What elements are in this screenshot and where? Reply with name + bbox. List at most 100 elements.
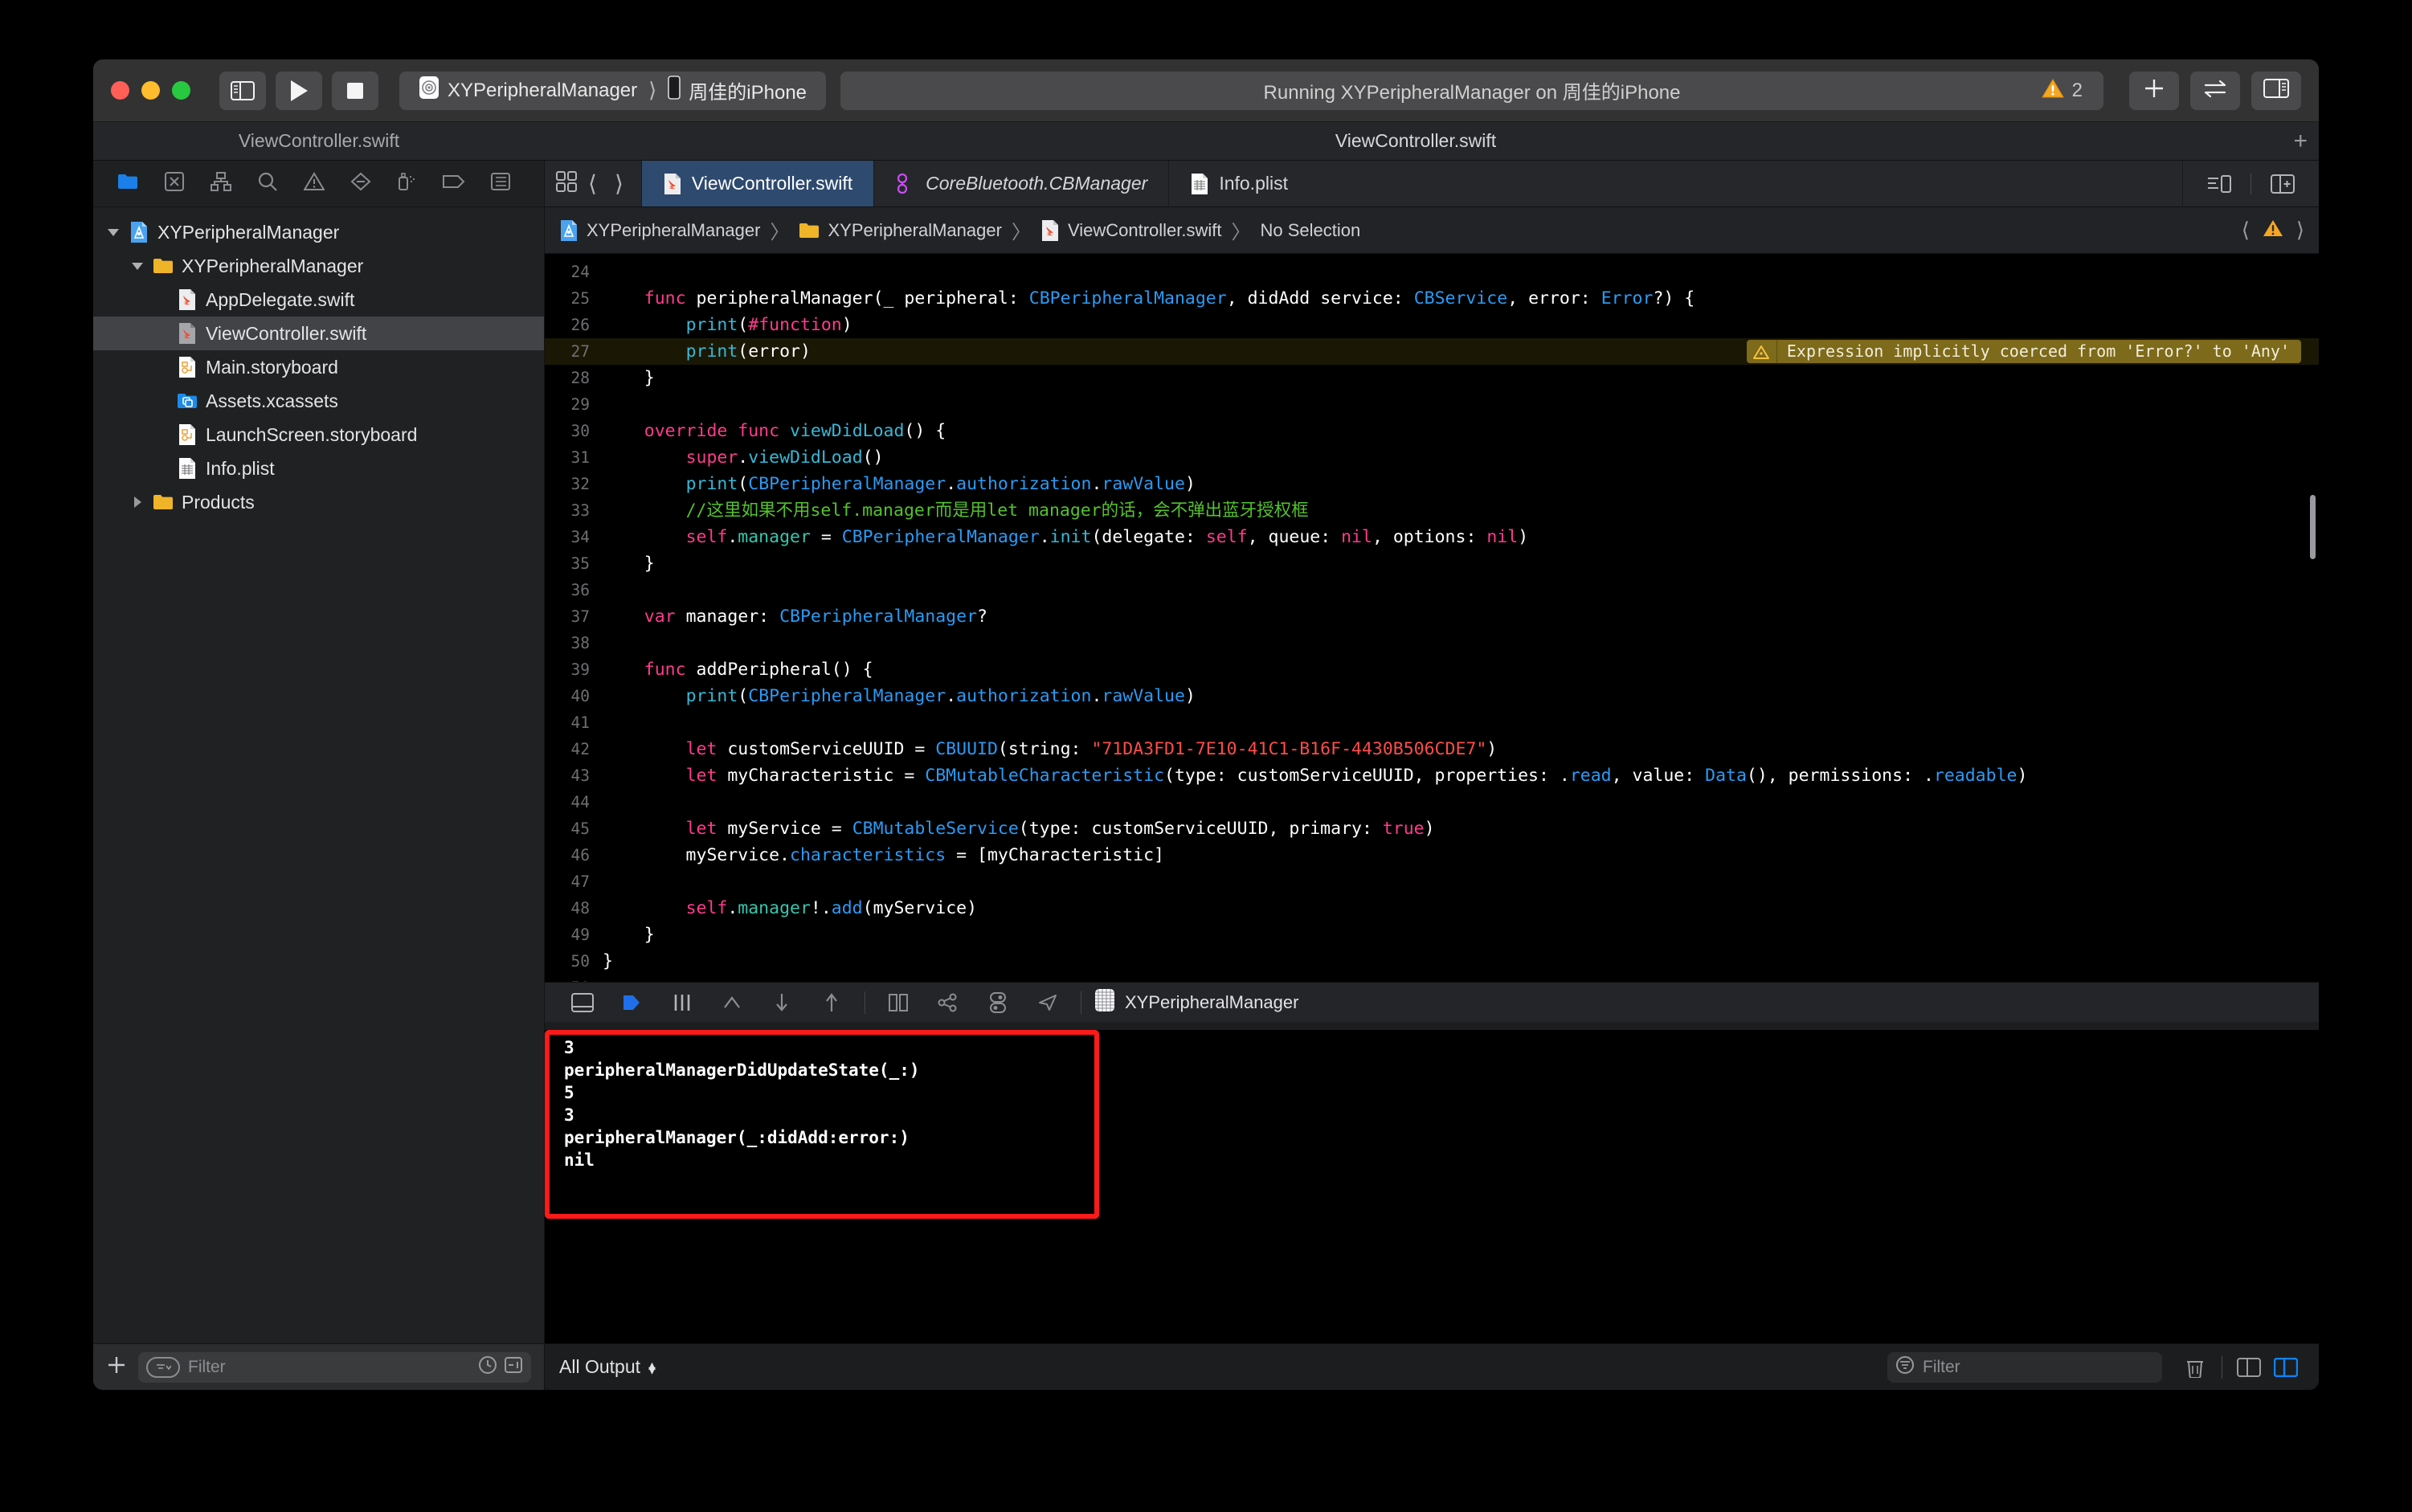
- add-assistant-editor-icon[interactable]: [2259, 168, 2306, 200]
- editor-jump-bar[interactable]: XYPeripheralManager 〉 XYPeripheralManager 〉…: [545, 207, 2319, 254]
- pause-icon[interactable]: [657, 987, 707, 1019]
- navigator-row-appdelegate-swift[interactable]: AppDelegate.swift: [93, 283, 544, 317]
- editor-tab-viewcontroller-swift[interactable]: ViewController.swift: [640, 161, 874, 206]
- previous-issue-button[interactable]: ⟨: [2242, 218, 2250, 243]
- navigator-row-main-storyboard[interactable]: Main.storyboard: [93, 350, 544, 384]
- memory-graph-icon[interactable]: [923, 987, 973, 1019]
- scheme-target[interactable]: XYPeripheralManager: [411, 76, 645, 105]
- navigator-row-products[interactable]: Products: [93, 485, 544, 519]
- simulate-location-icon[interactable]: [1023, 987, 1073, 1019]
- activity-status-view[interactable]: Running XYPeripheralManager on 周佳的iPhone…: [840, 71, 2103, 110]
- test-navigator-tab[interactable]: [337, 168, 384, 200]
- navigator-filter-field[interactable]: Filter: [138, 1351, 531, 1383]
- recent-files-icon[interactable]: [478, 1355, 497, 1379]
- toggle-inspector-button[interactable]: [2251, 71, 2301, 110]
- warning-indicator[interactable]: 2: [2041, 72, 2083, 110]
- inline-warning-banner[interactable]: Expression implicitly coerced from 'Erro…: [1746, 340, 2301, 363]
- code-line-37[interactable]: 37 var manager: CBPeripheralManager?: [545, 603, 2319, 630]
- close-window-button[interactable]: [111, 81, 129, 100]
- navigator-row-info-plist[interactable]: Info.plist: [93, 452, 544, 485]
- step-into-icon[interactable]: [757, 987, 807, 1019]
- code-line-31[interactable]: 31 super.viewDidLoad(): [545, 444, 2319, 471]
- warning-triangle-icon[interactable]: [2263, 219, 2283, 243]
- breadcrumb-segment-2[interactable]: ViewController.swift: [1040, 219, 1222, 242]
- report-navigator-tab[interactable]: [477, 168, 524, 200]
- code-line-38[interactable]: 38: [545, 630, 2319, 656]
- code-line-45[interactable]: 45 let myService = CBMutableService(type…: [545, 815, 2319, 842]
- scheme-destination[interactable]: 周佳的iPhone: [660, 76, 815, 105]
- add-tab-button[interactable]: +: [2293, 128, 2308, 155]
- code-line-48[interactable]: 48 self.manager!.add(myService): [545, 895, 2319, 922]
- code-line-32[interactable]: 32 print(CBPeripheralManager.authorizati…: [545, 471, 2319, 497]
- tab-overview-icon[interactable]: [556, 171, 577, 196]
- project-navigator-tree[interactable]: XYPeripheralManager XYPeripheralManager Ap…: [93, 207, 544, 1343]
- step-out-icon[interactable]: [807, 987, 856, 1019]
- output-filter-popup[interactable]: All Output ▴ ▾: [559, 1356, 656, 1378]
- add-editor-button[interactable]: [2129, 71, 2179, 110]
- show-variables-view-button[interactable]: [2230, 1351, 2267, 1383]
- clear-console-button[interactable]: [2177, 1351, 2214, 1383]
- editor-tab-corebluetooth-cbmanager[interactable]: CoreBluetooth.CBManager: [873, 161, 1168, 206]
- code-line-33[interactable]: 33 //这里如果不用self.manager而是用let manager的话，…: [545, 497, 2319, 524]
- navigator-row-xyperipheralmanager[interactable]: XYPeripheralManager: [93, 215, 544, 249]
- code-line-40[interactable]: 40 print(CBPeripheralManager.authorizati…: [545, 683, 2319, 709]
- code-line-30[interactable]: 30 override func viewDidLoad() {: [545, 418, 2319, 444]
- code-line-46[interactable]: 46 myService.characteristics = [myCharac…: [545, 842, 2319, 868]
- scheme-selector[interactable]: XYPeripheralManager ⟩ 周佳的iPhone: [399, 71, 827, 110]
- code-lines[interactable]: 24 25 func peripheralManager(_ peripheral…: [545, 254, 2319, 982]
- code-line-49[interactable]: 49 }: [545, 922, 2319, 948]
- go-forward-button[interactable]: ⟩: [608, 170, 630, 197]
- debug-navigator-tab[interactable]: [384, 168, 431, 200]
- code-line-39[interactable]: 39 func addPeripheral() {: [545, 656, 2319, 683]
- source-control-navigator-tab[interactable]: [151, 168, 198, 200]
- step-over-icon[interactable]: [707, 987, 757, 1019]
- navigator-row-launchscreen-storyboard[interactable]: LaunchScreen.storyboard: [93, 418, 544, 452]
- console-filter-field[interactable]: Filter: [1887, 1351, 2162, 1383]
- code-line-50[interactable]: 50}: [545, 948, 2319, 975]
- code-line-42[interactable]: 42 let customServiceUUID = CBUUID(string…: [545, 736, 2319, 762]
- code-line-29[interactable]: 29: [545, 391, 2319, 418]
- environment-overrides-icon[interactable]: [973, 987, 1023, 1019]
- code-line-34[interactable]: 34 self.manager = CBPeripheralManager.in…: [545, 524, 2319, 550]
- code-line-35[interactable]: 35 }: [545, 550, 2319, 577]
- symbol-navigator-tab[interactable]: [198, 168, 244, 200]
- code-line-41[interactable]: 41: [545, 709, 2319, 736]
- filter-options-icon[interactable]: [146, 1356, 180, 1378]
- hide-debug-area-icon[interactable]: [558, 987, 607, 1019]
- disclosure-triangle-icon[interactable]: [106, 225, 121, 239]
- code-line-36[interactable]: 36: [545, 577, 2319, 603]
- run-button[interactable]: [276, 71, 322, 110]
- source-editor[interactable]: 24 25 func peripheralManager(_ peripheral…: [545, 254, 2319, 982]
- stop-button[interactable]: [332, 71, 378, 110]
- disclosure-triangle-icon[interactable]: [130, 495, 145, 509]
- next-issue-button[interactable]: ⟩: [2296, 218, 2304, 243]
- find-navigator-tab[interactable]: [244, 168, 291, 200]
- breakpoint-navigator-tab[interactable]: [431, 168, 477, 200]
- show-console-view-button[interactable]: [2267, 1351, 2304, 1383]
- console-output[interactable]: 3 peripheralManagerDidUpdateState(_:) 5 …: [545, 1022, 2319, 1343]
- breadcrumb-segment-0[interactable]: XYPeripheralManager: [559, 219, 760, 242]
- minimap-toggle-icon[interactable]: [2196, 168, 2242, 200]
- project-navigator-tab[interactable]: [104, 168, 151, 200]
- continue-icon[interactable]: [607, 987, 657, 1019]
- code-line-51[interactable]: 51: [545, 975, 2319, 982]
- code-line-26[interactable]: 26 print(#function): [545, 312, 2319, 338]
- toggle-code-review-button[interactable]: [2190, 71, 2240, 110]
- go-back-button[interactable]: ⟨: [582, 170, 603, 197]
- code-line-43[interactable]: 43 let myCharacteristic = CBMutableChara…: [545, 762, 2319, 789]
- editor-tab-info-plist[interactable]: Info.plist: [1168, 161, 1309, 206]
- code-line-47[interactable]: 47: [545, 868, 2319, 895]
- navigator-row-assets-xcassets[interactable]: Assets.xcassets: [93, 384, 544, 418]
- code-line-44[interactable]: 44: [545, 789, 2319, 815]
- minimize-window-button[interactable]: [141, 81, 160, 100]
- code-line-27[interactable]: 27 print(error) Expression implicitly coe…: [545, 338, 2319, 365]
- code-line-25[interactable]: 25 func peripheralManager(_ peripheral: …: [545, 285, 2319, 312]
- code-line-24[interactable]: 24: [545, 259, 2319, 285]
- toggle-navigator-button[interactable]: [219, 71, 266, 110]
- code-line-28[interactable]: 28 }: [545, 365, 2319, 391]
- source-control-filter-icon[interactable]: [504, 1355, 523, 1379]
- breadcrumb-segment-1[interactable]: XYPeripheralManager: [799, 220, 1002, 241]
- issue-navigator-tab[interactable]: [291, 168, 337, 200]
- disclosure-triangle-icon[interactable]: [130, 259, 145, 273]
- view-hierarchy-icon[interactable]: [873, 987, 923, 1019]
